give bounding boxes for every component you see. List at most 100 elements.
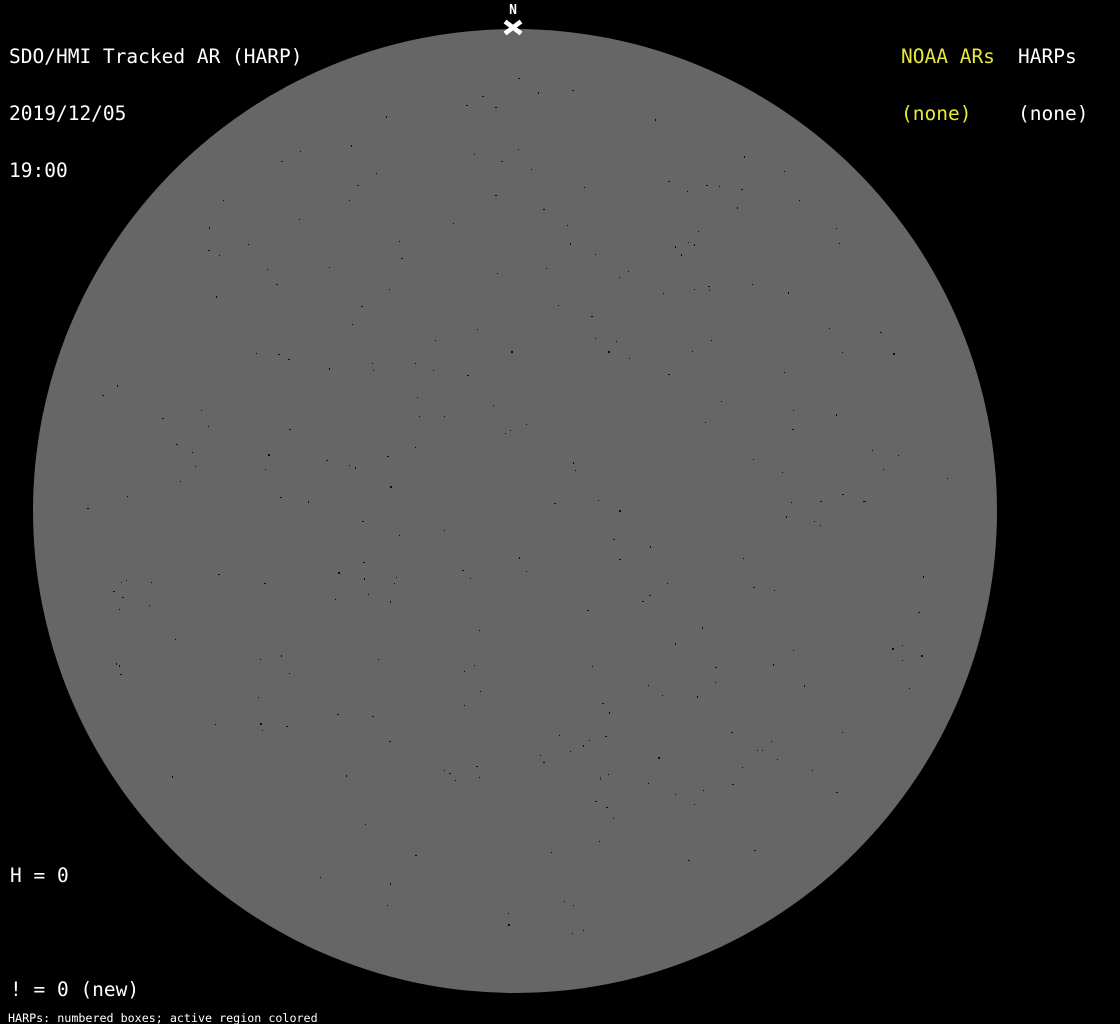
image-title: SDO/HMI Tracked AR (HARP) xyxy=(9,45,303,68)
sunspot-speck xyxy=(592,666,593,667)
sunspot-speck xyxy=(444,530,445,531)
sunspot-speck xyxy=(281,655,282,657)
sunspot-speck xyxy=(268,454,270,456)
sunspot-speck xyxy=(744,156,745,158)
sunspot-speck xyxy=(508,924,510,926)
sunspot-speck xyxy=(495,107,497,108)
sunspot-speck xyxy=(127,496,128,497)
sunspot-speck xyxy=(289,429,291,430)
sunspot-speck xyxy=(176,444,178,445)
sunspot-speck xyxy=(474,154,475,155)
sunspot-speck xyxy=(401,258,403,259)
sunspot-speck xyxy=(326,460,328,461)
sunspot-speck xyxy=(209,227,210,229)
sunspot-speck xyxy=(149,605,150,606)
harps-value: (none) xyxy=(1018,102,1089,125)
sunspot-speck xyxy=(947,478,948,479)
sunspot-speck xyxy=(526,424,527,425)
sunspot-speck xyxy=(389,741,391,742)
sunspot-speck xyxy=(842,494,844,495)
sunspot-speck xyxy=(329,267,330,268)
sunspot-speck xyxy=(510,430,511,431)
observation-time: 19:00 xyxy=(9,159,68,182)
sunspot-speck xyxy=(642,601,644,602)
sunspot-speck xyxy=(399,241,400,242)
sunspot-speck xyxy=(711,340,712,341)
observation-date: 2019/12/05 xyxy=(9,102,127,125)
sunspot-speck xyxy=(495,195,497,196)
sunspot-speck xyxy=(390,883,391,885)
sunspot-speck xyxy=(570,243,571,245)
sunspot-speck xyxy=(175,639,176,640)
legend-spacer xyxy=(10,923,233,942)
sunspot-speck xyxy=(265,469,266,470)
sunspot-speck xyxy=(558,305,559,306)
sunspot-speck xyxy=(731,732,733,733)
sunspot-speck xyxy=(842,732,843,733)
sunspot-speck xyxy=(583,930,584,931)
sunspot-speck xyxy=(587,610,589,611)
sunspot-speck xyxy=(208,426,209,427)
sunspot-speck xyxy=(531,169,532,170)
sunspot-speck xyxy=(543,762,545,763)
sunspot-speck xyxy=(575,470,576,471)
sunspot-speck xyxy=(357,185,359,186)
sunspot-speck xyxy=(349,200,350,201)
sunspot-speck xyxy=(572,90,574,91)
sunspot-speck xyxy=(619,277,620,278)
sunspot-speck xyxy=(390,601,391,603)
sunspot-speck xyxy=(709,290,710,291)
sunspot-speck xyxy=(394,583,395,584)
sunspot-speck xyxy=(368,594,369,595)
sunspot-speck xyxy=(415,363,416,364)
sunspot-speck xyxy=(329,368,330,370)
sunspot-speck xyxy=(655,119,656,121)
sunspot-speck xyxy=(786,516,787,518)
sunspot-speck xyxy=(619,559,621,560)
footnotes: HARPs: numbered boxes; active region col… xyxy=(8,988,416,1024)
sunspot-speck xyxy=(572,933,573,934)
sunspot-speck xyxy=(389,289,390,290)
sunspot-speck xyxy=(595,254,596,255)
sunspot-speck xyxy=(694,244,695,246)
sunspot-speck xyxy=(376,173,377,174)
sunspot-speck xyxy=(918,612,920,613)
sunspot-speck xyxy=(595,338,596,339)
harps-column: HARPs (none) xyxy=(1018,9,1088,161)
sunspot-speck xyxy=(629,358,630,359)
sunspot-speck xyxy=(467,375,469,376)
sunspot-speck xyxy=(87,508,89,509)
sunspot-speck xyxy=(675,794,676,795)
sunspot-speck xyxy=(122,597,124,598)
sunspot-speck xyxy=(923,576,924,578)
sunspot-speck xyxy=(335,599,336,600)
sunspot-speck xyxy=(477,329,478,330)
sunspot-speck xyxy=(551,852,552,853)
sunspot-speck xyxy=(201,410,202,411)
sunspot-speck xyxy=(288,359,290,360)
sunspot-speck xyxy=(476,766,478,767)
sunspot-speck xyxy=(812,770,813,771)
sunspot-speck xyxy=(668,181,670,182)
sunspot-speck xyxy=(289,673,290,674)
sunspot-speck xyxy=(464,671,465,672)
sunspot-speck xyxy=(508,913,509,914)
sunspot-speck xyxy=(667,583,668,584)
sunspot-speck xyxy=(883,469,884,470)
sunspot-speck xyxy=(687,191,688,192)
sunspot-speck xyxy=(697,696,698,698)
sunspot-speck xyxy=(605,736,607,737)
sunspot-speck xyxy=(613,539,615,540)
sunspot-speck xyxy=(546,268,547,269)
sunspot-speck xyxy=(703,790,704,791)
sunspot-speck xyxy=(415,447,416,448)
sunspot-speck xyxy=(649,595,651,596)
sunspot-speck xyxy=(372,363,373,364)
sunspot-speck xyxy=(598,500,599,501)
sunspot-speck xyxy=(260,659,261,660)
sunspot-speck xyxy=(480,691,481,692)
sunspot-speck xyxy=(609,712,610,714)
sunspot-speck xyxy=(658,757,660,759)
sunspot-speck xyxy=(694,804,695,805)
sunspot-speck xyxy=(260,723,262,725)
